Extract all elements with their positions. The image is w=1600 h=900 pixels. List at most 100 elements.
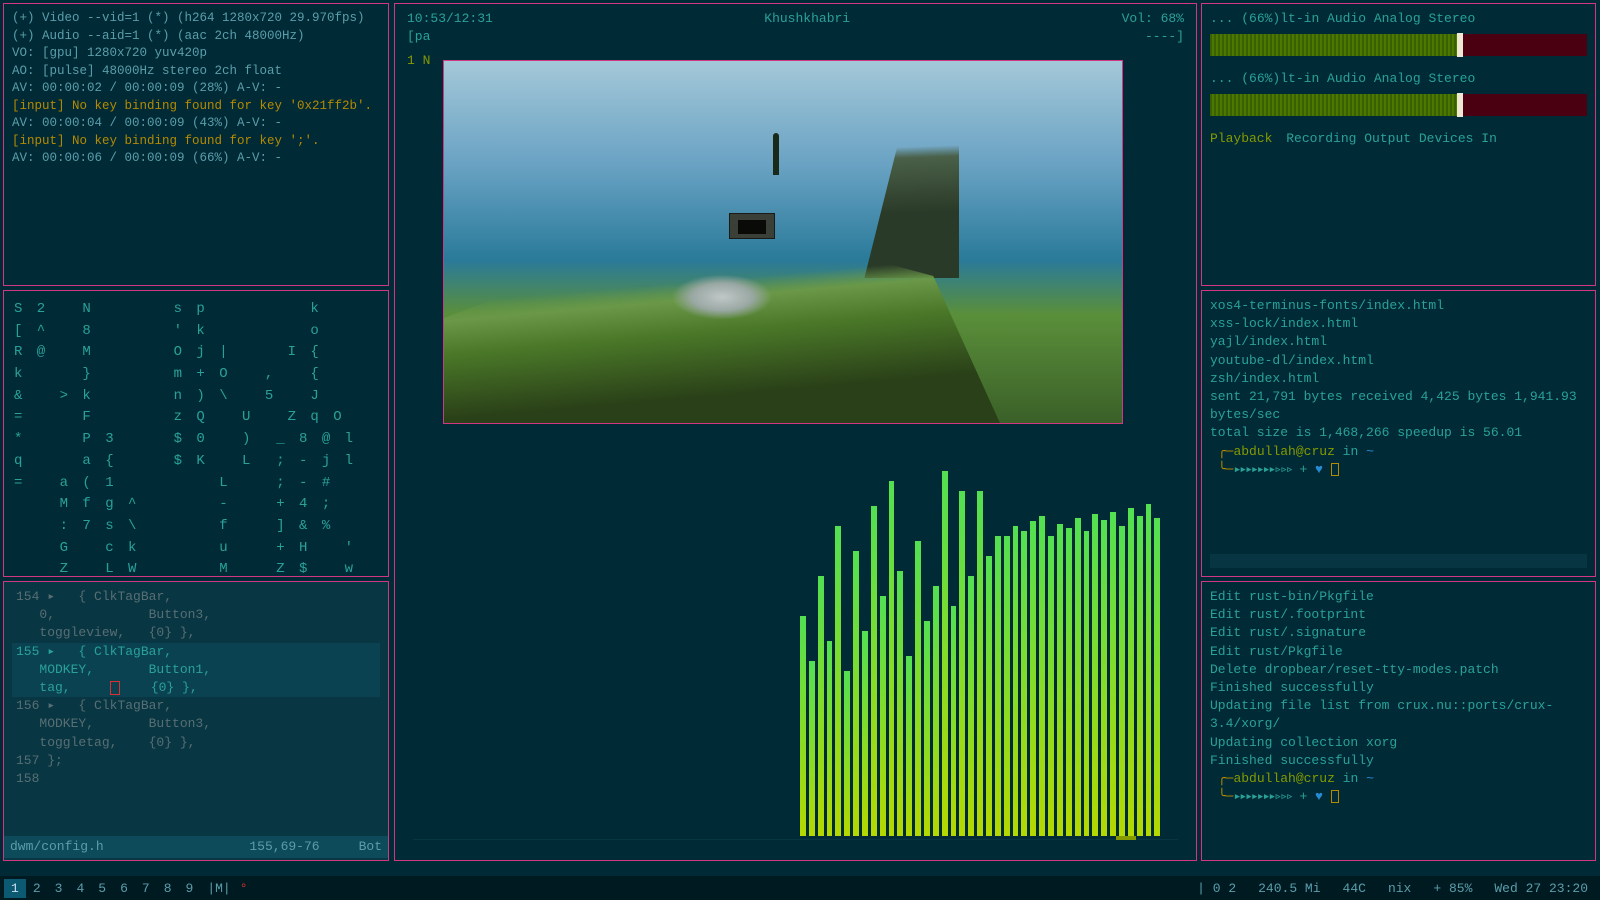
video-frame[interactable] [443,60,1123,424]
visualizer-bar [818,576,824,836]
visualizer-bar [959,491,965,836]
term-line: Updating collection xorg [1210,734,1587,752]
status-clock: Wed 27 23:20 [1494,881,1588,896]
visualizer-bar [1066,528,1072,836]
visualizer-bar [906,656,912,836]
visualizer-bar [977,491,983,836]
prompt-arrows-icon: ▸▸▸▸▸▸▸▹▹▹ [1233,789,1291,804]
visualizer-bar [1110,512,1116,836]
tag-7[interactable]: 7 [135,879,157,898]
code-line-current: 155 ▸ { ClkTagBar, [12,643,380,661]
visualizer-bar [1092,514,1098,836]
term-line: xss-lock/index.html [1210,315,1587,333]
visualizer-bar [1154,518,1160,836]
video-building [729,213,775,239]
cursor-box [110,681,120,695]
matrix-row: M f g ^ - + 4 ; [14,494,378,516]
heart-icon: ♥ [1315,462,1323,477]
visualizer-bar [844,671,850,836]
matrix-row: : 7 s \ f ] & % [14,516,378,538]
tag-8[interactable]: 8 [157,879,179,898]
visualizer-bar [1137,516,1143,836]
visualizer-bar [942,471,948,836]
editor-pane[interactable]: 154 ▸ { ClkTagBar, 0, Button3, togglevie… [3,581,389,861]
visualizer-bar [1128,508,1134,836]
volume-fill [1210,94,1459,116]
code-line-current: tag, {0} }, [12,679,380,697]
log-line: AV: 00:00:06 / 00:00:09 (66%) A-V: - [12,150,380,168]
term-line: Delete dropbear/reset-tty-modes.patch [1210,661,1587,679]
matrix-row: = a ( 1 L ; - # [14,473,378,495]
tag-5[interactable]: 5 [91,879,113,898]
pulse-pane[interactable]: ... (66%)lt-in Audio Analog Stereo ... (… [1201,3,1596,286]
volume-bar[interactable] [1210,34,1587,56]
volume-bar[interactable] [1210,94,1587,116]
visualizer-bar [1084,531,1090,836]
term-highlight-bar [1210,554,1587,568]
matrix-row: * P 3 $ 0 ) _ 8 @ l [14,429,378,451]
code-line: toggletag, {0} }, [12,734,380,752]
status-temp: 44C [1343,881,1366,896]
pulse-tabs[interactable]: Playback Recording Output Devices In [1210,130,1587,148]
matrix-row: R @ M O j | I { [14,342,378,364]
visualizer-bar [1039,516,1045,836]
matrix-row: q a { $ K L ; - j l [14,451,378,473]
visualizer-bar [880,596,886,836]
term-line: Edit rust/.signature [1210,624,1587,642]
visualizer-bar [986,556,992,836]
term-line: Finished successfully [1210,752,1587,770]
visualizer-bar [871,506,877,836]
visualizer-bar [995,536,1001,836]
code-line: 156 ▸ { ClkTagBar, [12,697,380,715]
player-subheader: [pa ----] [403,28,1188,46]
terminal-rsync[interactable]: xos4-terminus-fonts/index.html xss-lock/… [1201,290,1596,577]
visualizer-bar [933,586,939,836]
visualizer-bar [889,481,895,836]
visualizer-bar [951,606,957,836]
tag-9[interactable]: 9 [179,879,201,898]
status-battery: + 85% [1433,881,1472,896]
terminal-ports[interactable]: Edit rust-bin/Pkgfile Edit rust/.footpri… [1201,581,1596,861]
player-state-right: ----] [1145,28,1184,46]
log-line: (+) Audio --aid=1 (*) (aac 2ch 48000Hz) [12,28,380,46]
matrix-row: Z L W M Z $ w [14,559,378,577]
tag-6[interactable]: 6 [113,879,135,898]
editor-scroll: Bot [359,839,382,854]
layout-indicator[interactable]: |M| [200,879,237,898]
visualizer-bar [968,576,974,836]
shell-prompt[interactable]: ╭─abdullah@cruz in ~ ╰─▸▸▸▸▸▸▸▹▹▹ + ♥ [1210,770,1587,806]
tag-1[interactable]: 1 [4,879,26,898]
visualizer-bar [1004,536,1010,836]
player-volume: Vol: 68% [1122,10,1184,28]
code-line: MODKEY, Button3, [12,715,380,733]
shell-prompt[interactable]: ╭─abdullah@cruz in ~ ╰─▸▸▸▸▸▸▸▹▹▹ + ♥ [1210,443,1587,479]
pulse-device-row[interactable]: ... (66%)lt-in Audio Analog Stereo [1210,70,1587,88]
tab-playback[interactable]: Playback [1210,131,1272,146]
matrix-row: k } m + O , { [14,364,378,386]
prompt-arrows-icon: ▸▸▸▸▸▸▸▹▹▹ [1233,462,1291,477]
term-line: youtube-dl/index.html [1210,352,1587,370]
term-line: Edit rust-bin/Pkgfile [1210,588,1587,606]
tab-other[interactable]: Recording Output Devices In [1286,131,1497,146]
term-line: Edit rust/Pkgfile [1210,643,1587,661]
code-line: 157 }; [12,752,380,770]
editor-statusline: dwm/config.h 155,69-76 Bot [4,836,388,858]
visualizer-bar [1013,526,1019,836]
tag-3[interactable]: 3 [48,879,70,898]
editor-filename: dwm/config.h [10,839,104,854]
matrix-row: G c k u + H ' [14,538,378,560]
term-line: Updating file list from crux.nu::ports/c… [1210,697,1587,733]
pulse-device-row[interactable]: ... (66%)lt-in Audio Analog Stereo [1210,10,1587,28]
tag-2[interactable]: 2 [26,879,48,898]
visualizer-bar [800,616,806,836]
visualizer-bar [915,541,921,836]
term-line: Edit rust/.footprint [1210,606,1587,624]
statusbar[interactable]: 123456789 |M| ° | 0 2 240.5 Mi 44C nix +… [0,876,1600,900]
code-line: 154 ▸ { ClkTagBar, [12,588,380,606]
player-state: [pa [407,28,430,46]
cursor-icon [1331,790,1339,803]
tag-4[interactable]: 4 [69,879,91,898]
player-pane[interactable]: 10:53/12:31 Khushkhabri Vol: 68% [pa ---… [394,3,1197,861]
log-line: AO: [pulse] 48000Hz stereo 2ch float [12,63,380,81]
visualizer-bar [827,641,833,836]
